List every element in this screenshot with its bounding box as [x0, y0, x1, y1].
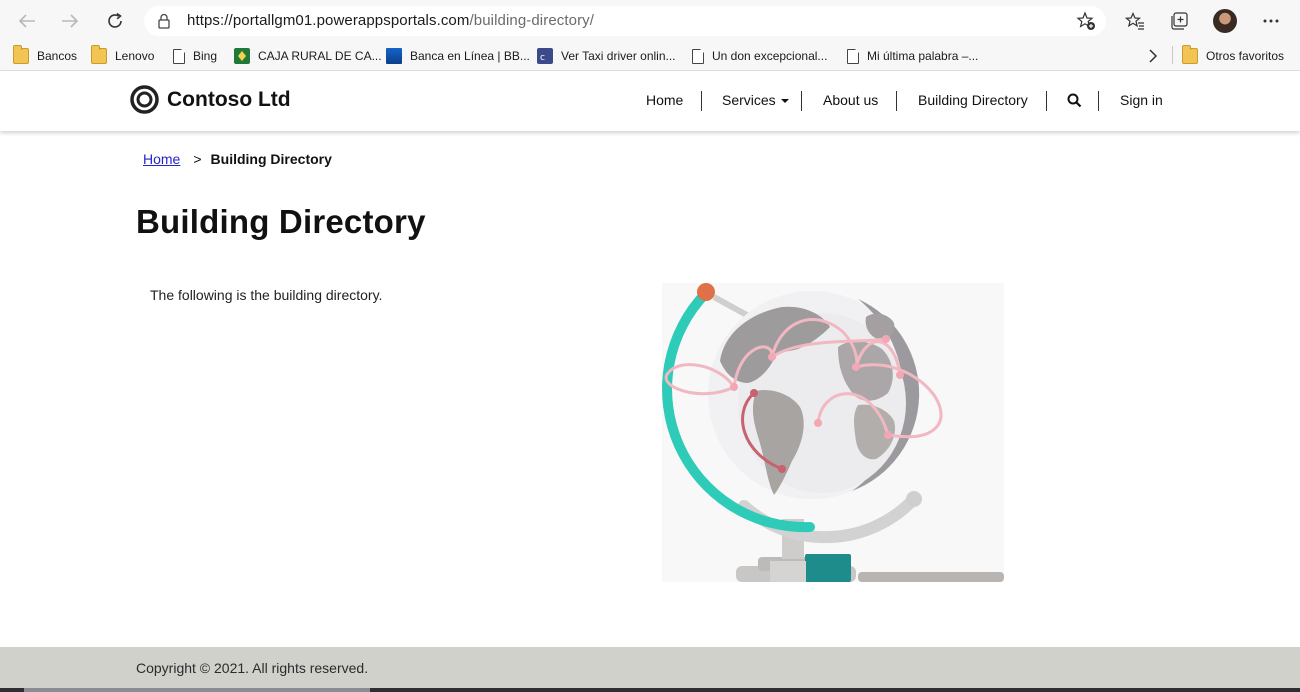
nav-divider [1098, 91, 1099, 111]
breadcrumb-home-link[interactable]: Home [143, 151, 180, 167]
taskbar-edge [0, 688, 1300, 692]
nav-about-us[interactable]: About us [823, 92, 878, 108]
nav-building-directory[interactable]: Building Directory [918, 92, 1028, 108]
nav-sign-in[interactable]: Sign in [1120, 92, 1163, 108]
nav-home[interactable]: Home [646, 92, 683, 108]
bookmarks-divider [1172, 46, 1173, 64]
favorites-icon [1125, 12, 1144, 30]
caja-rural-icon [234, 48, 250, 64]
breadcrumb: Home > Building Directory [143, 151, 332, 167]
nav-search[interactable] [1067, 93, 1082, 111]
bookmark-taxi-driver[interactable]: c Ver Taxi driver onlin... [537, 45, 676, 67]
copyright-text: Copyright © 2021. All rights reserved. [136, 660, 369, 676]
bookmark-lenovo[interactable]: Lenovo [91, 45, 154, 67]
bookmarks-bar: Bancos Lenovo Bing CAJA RURAL DE CA... B… [0, 41, 1300, 71]
contoso-logo-icon [130, 85, 159, 114]
nav-services[interactable]: Services [722, 92, 789, 108]
favorites-button[interactable] [1122, 8, 1148, 34]
page-title: Building Directory [136, 203, 426, 240]
site-header: Contoso Ltd Home Services About us Build… [0, 71, 1300, 131]
forward-button[interactable] [56, 7, 84, 35]
site-footer: Copyright © 2021. All rights reserved. [0, 647, 1300, 692]
url-text[interactable]: https://portallgm01.powerappsportals.com… [187, 12, 594, 29]
bookmark-un-don[interactable]: Un don excepcional... [690, 45, 827, 67]
bookmark-other-favorites[interactable]: Otros favoritos [1182, 45, 1284, 67]
bookmark-bbva[interactable]: Banca en Línea | BB... [386, 45, 530, 67]
address-bar[interactable]: https://portallgm01.powerappsportals.com… [144, 6, 1106, 36]
lock-icon[interactable] [157, 13, 171, 29]
refresh-button[interactable] [101, 7, 129, 35]
more-button[interactable] [1258, 8, 1284, 34]
nav-divider [1046, 91, 1047, 111]
bookmark-mi-ultima-palabra[interactable]: Mi última palabra –... [845, 45, 978, 67]
chevron-right-icon [1149, 49, 1158, 63]
globe-illustration [662, 283, 1004, 582]
page-icon [847, 48, 859, 64]
breadcrumb-separator: > [193, 151, 202, 167]
globe-image [662, 283, 1004, 582]
refresh-icon [108, 12, 122, 28]
nav-divider [801, 91, 802, 111]
search-icon [1067, 93, 1082, 108]
more-icon [1263, 19, 1279, 23]
brand-name: Contoso Ltd [167, 87, 291, 111]
intro-text: The following is the building directory. [150, 287, 383, 303]
folder-icon [13, 45, 29, 64]
bbva-icon [386, 48, 402, 64]
folder-icon [1182, 45, 1198, 64]
back-icon [18, 14, 35, 28]
profile-avatar[interactable] [1213, 9, 1237, 33]
collections-button[interactable] [1166, 8, 1192, 34]
add-favorite-icon[interactable] [1076, 11, 1096, 31]
svg-text:c: c [540, 53, 545, 63]
bookmark-caja-rural[interactable]: CAJA RURAL DE CA... [234, 45, 382, 67]
caret-down-icon [780, 99, 789, 104]
page-icon [173, 48, 185, 64]
back-button[interactable] [13, 7, 41, 35]
browser-toolbar: https://portallgm01.powerappsportals.com… [0, 0, 1300, 41]
forward-icon [62, 14, 79, 28]
breadcrumb-current: Building Directory [210, 151, 332, 167]
video-site-icon: c [537, 48, 553, 64]
page-icon [692, 48, 704, 64]
nav-divider [701, 91, 702, 111]
bookmark-bancos[interactable]: Bancos [13, 45, 77, 67]
bookmark-bing[interactable]: Bing [171, 45, 217, 67]
bookmarks-overflow-button[interactable] [1148, 45, 1158, 67]
brand-logo[interactable]: Contoso Ltd [130, 85, 291, 114]
collections-icon [1171, 12, 1188, 30]
taskbar-indicator [24, 688, 370, 692]
nav-divider [896, 91, 897, 111]
folder-icon [91, 45, 107, 64]
